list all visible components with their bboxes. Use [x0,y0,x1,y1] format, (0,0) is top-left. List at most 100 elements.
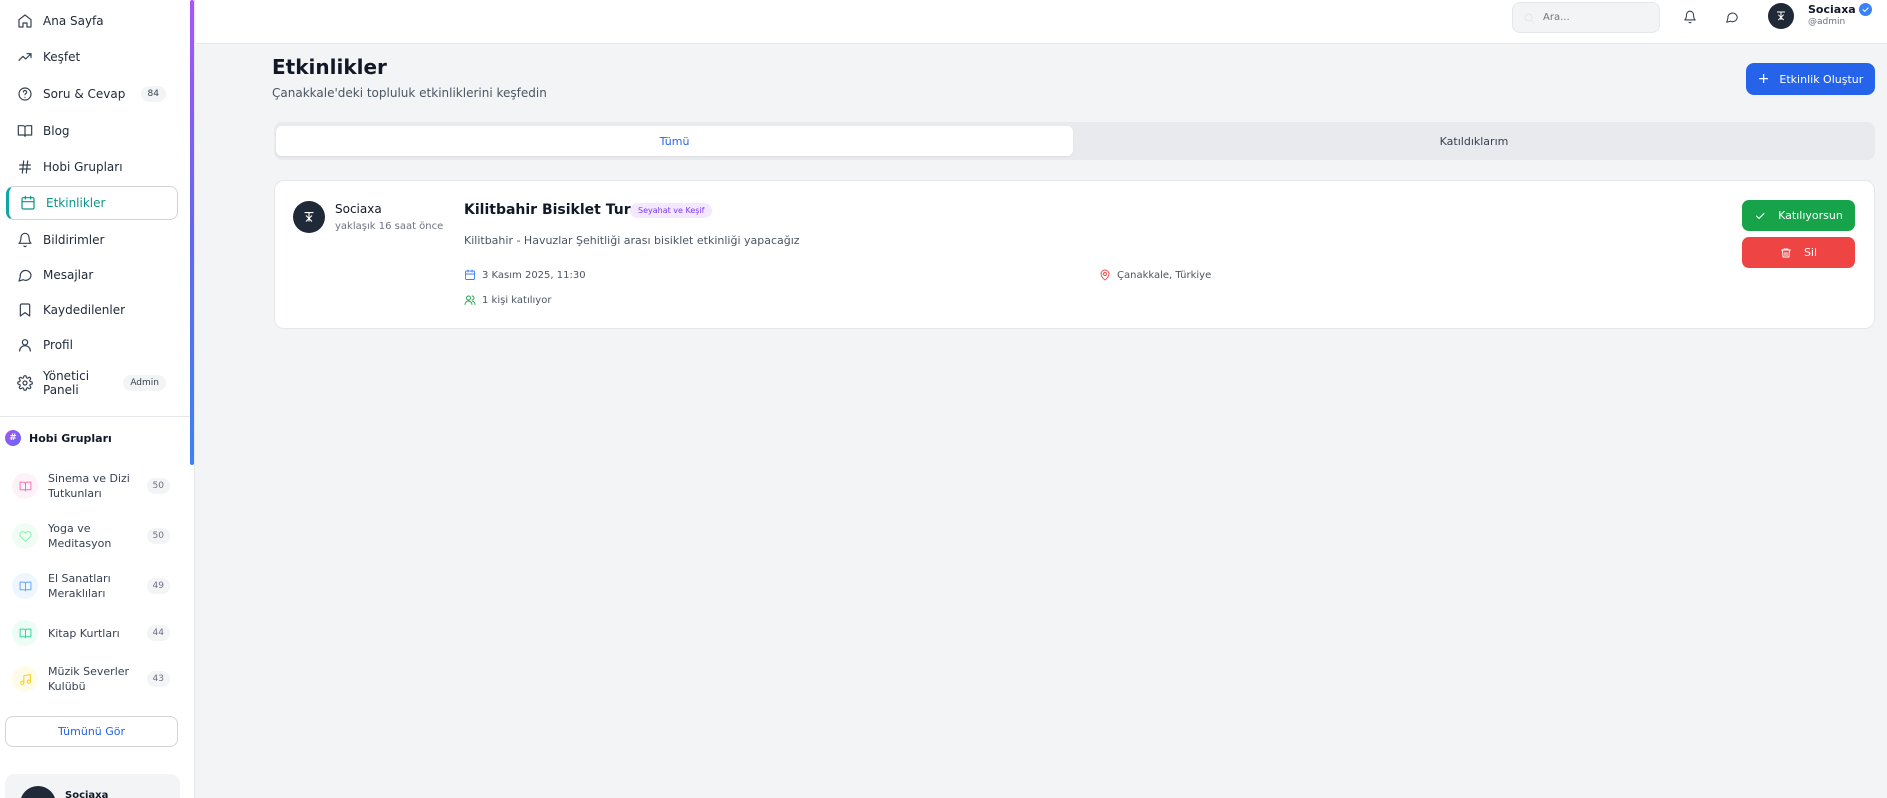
sidebar-item-label: Mesajlar [43,268,94,282]
logo-icon [1777,11,1785,21]
delete-event-button[interactable]: Sil [1742,237,1855,268]
user-icon [17,337,33,353]
search-input[interactable] [1543,12,1653,23]
sidebar-item-label: Soru & Cevap [43,87,126,101]
delete-button-label: Sil [1803,246,1818,259]
group-name: Yoga ve Meditasyon [48,522,112,550]
sidebar-item-label: Hobi Grupları [43,160,123,174]
group-name: El Sanatları Meraklıları [48,572,111,600]
event-category-badge: Seyahat ve Keşif [630,203,713,218]
top-bar: Sociaxa @admin [196,0,1887,44]
hobby-groups-header: # Hobi Grupları [5,430,112,446]
check-icon [1756,212,1765,219]
hobby-group-item[interactable]: Kitap Kurtları 44 [12,620,170,646]
sidebar-item-messages[interactable]: Mesajlar [6,258,178,292]
hobby-groups-title: Hobi Grupları [29,431,112,445]
hobby-group-item[interactable]: El Sanatları Meraklıları 49 [12,571,170,601]
page-subtitle: Çanakkale'deki topluluk etkinliklerini k… [272,86,547,100]
help-circle-icon [17,86,33,102]
group-member-count: 49 [146,578,170,594]
hobby-group-item[interactable]: Müzik Severler Kulübü 43 [12,664,170,694]
tab-all[interactable]: Tümü [276,126,1073,156]
book-open-icon [17,123,33,139]
heart-icon [12,523,38,549]
sidebar-item-explore[interactable]: Keşfet [6,40,178,74]
book-open-icon [12,573,38,599]
user-info[interactable]: Sociaxa @admin [1808,3,1872,29]
group-name: Sinema ve Dizi Tutkunları [48,472,130,500]
sidebar-divider [0,416,192,417]
hobby-group-item[interactable]: Yoga ve Meditasyon 50 [12,521,170,551]
sidebar-scroll-accent [190,0,194,465]
event-card[interactable]: Sociaxa yaklaşık 16 saat önce Kilitbahir… [274,180,1875,329]
user-handle: @admin [1808,17,1846,27]
event-attendees-text: 1 kişi katılıyor [482,294,552,306]
sidebar-user-name: Sociaxa [65,790,109,798]
sidebar-item-profile[interactable]: Profil [6,328,178,362]
sidebar-item-label: Bildirimler [43,233,105,247]
messages-icon[interactable] [1723,8,1741,26]
verified-icon [1858,3,1872,16]
sidebar-item-label: Yönetici Paneli [43,369,90,397]
book-open-icon [12,473,38,499]
tab-joined[interactable]: Katıldıklarım [1075,126,1873,156]
group-member-count: 50 [146,478,170,494]
bell-icon [17,232,33,248]
hobby-group-item[interactable]: Sinema ve Dizi Tutkunları 50 [12,471,170,501]
event-time: yaklaşık 16 saat önce [335,221,444,232]
avatar [20,786,56,798]
event-location: Çanakkale, Türkiye [1099,269,1211,281]
sidebar-item-admin-panel[interactable]: Yönetici Paneli Admin [6,366,178,400]
create-event-label: Etkinlik Oluştur [1779,72,1864,86]
group-member-count: 44 [146,625,170,641]
event-date-text: 3 Kasım 2025, 11:30 [482,269,586,281]
trash-icon [1780,248,1791,257]
user-name-row: Sociaxa [1808,3,1872,16]
hash-icon: # [5,430,21,446]
author-avatar [293,201,325,233]
admin-badge: Admin [123,375,166,391]
sidebar-item-events[interactable]: Etkinlikler [6,186,178,220]
event-author[interactable]: Sociaxa [335,202,382,216]
qa-count-badge: 84 [140,86,166,102]
event-location-text: Çanakkale, Türkiye [1117,269,1212,281]
group-name: Müzik Severler Kulübü [48,665,130,693]
sidebar-item-label: Profil [43,338,73,352]
event-tabs: Tümü Katıldıklarım [274,122,1875,160]
sidebar-item-label: Keşfet [43,50,81,64]
user-name: Sociaxa [1808,3,1856,16]
plus-icon: + [1757,71,1770,87]
sidebar-user-card[interactable]: Sociaxa [5,774,180,798]
sidebar-item-notifications[interactable]: Bildirimler [6,223,178,257]
page-title: Etkinlikler [272,55,387,79]
trending-icon [17,49,33,65]
sidebar: Ana Sayfa Keşfet Soru & Cevap 84 Blog Ho… [0,0,195,798]
map-pin-icon [1100,269,1110,281]
joined-button-label: Katılıyorsun [1778,209,1843,222]
sidebar-item-label: Blog [43,124,70,138]
sidebar-item-hobby-groups[interactable]: Hobi Grupları [6,150,178,184]
group-member-count: 43 [146,671,170,687]
search-box[interactable] [1512,2,1660,33]
event-title[interactable]: Kilitbahir Bisiklet Turu [464,202,641,218]
music-icon [12,666,38,692]
event-attendees: 1 kişi katılıyor [464,294,551,306]
sidebar-item-home[interactable]: Ana Sayfa [6,4,178,38]
sidebar-item-blog[interactable]: Blog [6,114,178,148]
group-member-count: 50 [146,528,170,544]
see-all-groups-button[interactable]: Tümünü Gör [5,716,178,747]
logo-icon [304,211,314,222]
user-avatar[interactable] [1768,3,1794,29]
sidebar-item-saved[interactable]: Kaydedilenler [6,293,178,327]
create-event-button[interactable]: + Etkinlik Oluştur [1746,63,1875,95]
message-icon [17,267,33,283]
sidebar-item-qa[interactable]: Soru & Cevap 84 [6,77,178,111]
event-date: 3 Kasım 2025, 11:30 [464,269,586,281]
hash-icon [17,159,33,175]
joined-button[interactable]: Katılıyorsun [1742,200,1855,231]
users-icon [464,295,476,305]
home-icon [17,13,33,29]
group-name: Kitap Kurtları [48,626,120,640]
notifications-bell-icon[interactable] [1681,8,1699,26]
settings-icon [17,375,33,391]
